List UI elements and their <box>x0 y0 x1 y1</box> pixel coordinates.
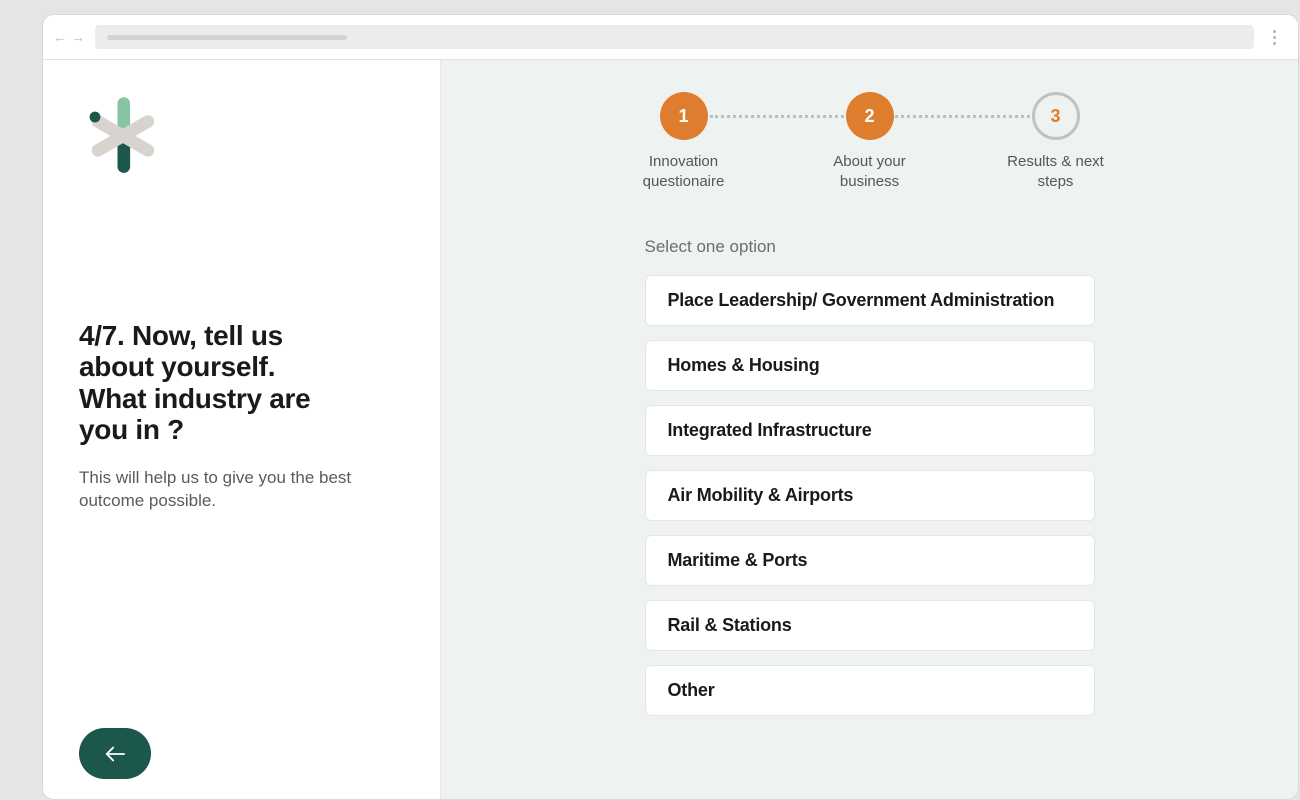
brand-logo-icon <box>77 90 167 180</box>
stepper-connector <box>890 115 1030 118</box>
step-1-number: 1 <box>660 92 708 140</box>
step-2-number: 2 <box>846 92 894 140</box>
nav-back-icon[interactable]: ← <box>53 30 67 44</box>
url-placeholder <box>107 35 347 40</box>
step-3: 3 Results & next steps <box>963 92 1149 191</box>
option-integrated-infrastructure[interactable]: Integrated Infrastructure <box>645 405 1095 456</box>
left-panel: 4/7. Now, tell us about yourself. What i… <box>43 60 441 799</box>
step-2-label: About your business <box>810 152 930 191</box>
back-button[interactable] <box>79 728 151 779</box>
option-homes-housing[interactable]: Homes & Housing <box>645 340 1095 391</box>
option-other[interactable]: Other <box>645 665 1095 716</box>
select-prompt: Select one option <box>645 237 1095 257</box>
step-1-label: Innovation questionaire <box>624 152 744 191</box>
step-1: 1 Innovation questionaire <box>591 92 777 191</box>
browser-frame: ← → 4/7. Now, tell us about yourself. W <box>42 14 1299 800</box>
option-place-leadership[interactable]: Place Leadership/ Government Administrat… <box>645 275 1095 326</box>
option-maritime-ports[interactable]: Maritime & Ports <box>645 535 1095 586</box>
kebab-menu-icon[interactable] <box>1264 30 1284 45</box>
step-3-label: Results & next steps <box>996 152 1116 191</box>
options-list: Place Leadership/ Government Administrat… <box>645 275 1095 716</box>
question-title: 4/7. Now, tell us about yourself. What i… <box>79 320 329 445</box>
option-rail-stations[interactable]: Rail & Stations <box>645 600 1095 651</box>
arrow-left-icon <box>104 745 126 763</box>
stepper: 1 Innovation questionaire 2 About your b… <box>590 92 1150 191</box>
question-subtitle: This will help us to give you the best o… <box>79 467 359 513</box>
step-2: 2 About your business <box>777 92 963 191</box>
right-panel: 1 Innovation questionaire 2 About your b… <box>441 60 1298 799</box>
step-3-number: 3 <box>1032 92 1080 140</box>
option-air-mobility[interactable]: Air Mobility & Airports <box>645 470 1095 521</box>
nav-forward-icon[interactable]: → <box>71 30 85 44</box>
browser-topbar: ← → <box>43 15 1298 60</box>
stepper-connector <box>710 115 850 118</box>
url-bar[interactable] <box>95 25 1254 49</box>
